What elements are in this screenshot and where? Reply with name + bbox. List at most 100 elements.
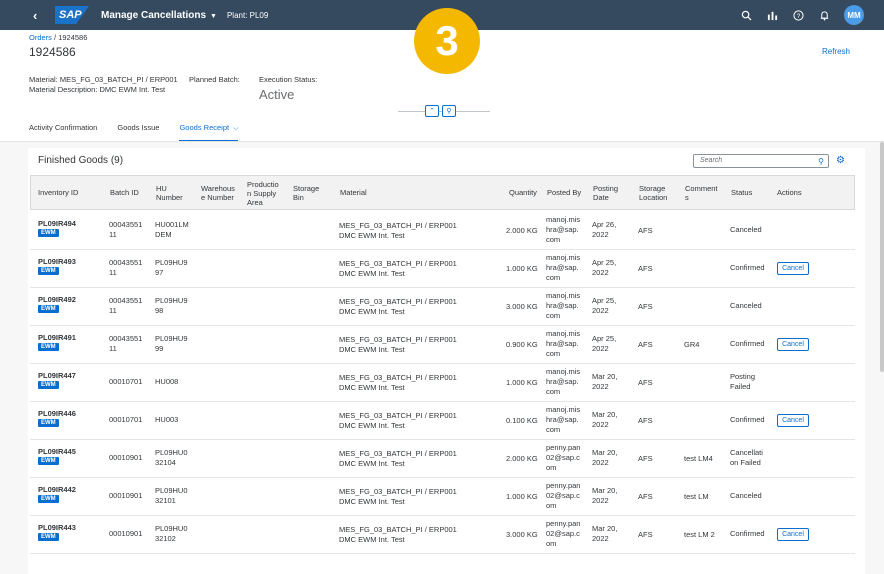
posted-by-line: com [546, 387, 561, 396]
col-production-supply-area[interactable]: Productio n Supply Area [247, 180, 279, 207]
col-storage-location-line2: Location [639, 193, 668, 202]
material-line: MES_FG_03_BATCH_PI / ERP001 [339, 525, 457, 534]
material-line: MES_FG_03_BATCH_PI / ERP001 [339, 335, 457, 344]
col-storage-bin[interactable]: Storage Bin [293, 184, 319, 202]
svg-text:?: ? [796, 12, 800, 19]
batch-id-line: 11 [109, 268, 117, 277]
col-posting-date-line2: Date [593, 193, 609, 202]
posted-by: manoj.mis hra@sap. com [546, 405, 580, 435]
col-hu-number-line2: Number [156, 193, 183, 202]
batch-id-line: 00010901 [109, 491, 143, 500]
status-line: on Failed [730, 458, 761, 467]
table-row[interactable]: PL09IR445 EWM 00010901 PL09HU0 32104 MES_FG_0… [30, 440, 855, 478]
help-icon[interactable]: ? [792, 9, 804, 21]
material-cell: MES_FG_03_BATCH_PI / ERP001 DMC EWM Int. … [339, 487, 457, 507]
col-hu-number[interactable]: HU Number [156, 184, 183, 202]
col-storage-location[interactable]: Storage Location [639, 184, 667, 202]
posted-by-line: penny.pan [546, 519, 581, 528]
posted-by: manoj.mis hra@sap. com [546, 291, 580, 321]
col-material[interactable]: Material [340, 188, 367, 197]
batch-id: 00043551 11 [109, 334, 142, 354]
app-title-menu[interactable]: Manage Cancellations ▼ [101, 10, 217, 21]
table-row[interactable]: PL09IR494 EWM 00043551 11 HU001LM DEM MES_FG_0… [30, 212, 855, 250]
status-line: Confirmed [730, 263, 765, 272]
posting-date: Mar 20, 2022 [592, 372, 617, 392]
col-quantity[interactable]: Quantity [509, 188, 537, 197]
collapse-header-button[interactable]: ⌃ [425, 105, 439, 117]
pin-header-button[interactable]: ⚲ [442, 105, 456, 117]
storage-location: AFS [638, 416, 653, 425]
hu-number-line: PL09HU9 [155, 334, 188, 343]
posted-by-line: com [546, 311, 561, 320]
col-posting-date[interactable]: Posting Date [593, 184, 618, 202]
table-row[interactable]: PL09IR491 EWM 00043551 11 PL09HU9 99 MES_FG_03… [30, 326, 855, 364]
status: Cancellati on Failed [730, 448, 763, 468]
batch-id-line: 00043551 [109, 258, 143, 267]
table-row[interactable]: PL09IR492 EWM 00043551 11 PL09HU9 98 MES_FG_03… [30, 288, 855, 326]
status: Canceled [730, 225, 762, 235]
breadcrumb-current: 1924586 [58, 33, 88, 42]
status: Confirmed [730, 263, 765, 273]
ewm-badge: EWM [38, 533, 59, 541]
table-row[interactable]: PL09IR442 EWM 00010901 PL09HU0 32101 MES_FG_0… [30, 478, 855, 516]
col-batch-id[interactable]: Batch ID [110, 188, 139, 197]
inventory-id: PL09IR494 [38, 219, 76, 228]
posting-date-line: Apr 26, [592, 220, 617, 229]
hu-number-line: 97 [155, 268, 164, 277]
posting-date-line: Mar 20, [592, 372, 618, 381]
batch-id: 00010901 [109, 453, 142, 463]
cancel-button[interactable]: Cancel [777, 338, 809, 351]
notification-bell-icon[interactable] [818, 9, 830, 21]
search-input[interactable]: Search ⚲ [693, 154, 829, 168]
search-icon[interactable]: ⚲ [818, 156, 824, 168]
step-number-badge: 3 [414, 8, 480, 74]
batch-id: 00010701 [109, 415, 142, 425]
material-line: MES_FG_03_BATCH_PI / ERP001 [339, 411, 457, 420]
hu-number: PL09HU0 32101 [155, 486, 188, 506]
batch-id: 00043551 11 [109, 258, 142, 278]
tab-goods-issue[interactable]: Goods Issue [117, 123, 159, 142]
col-comments[interactable]: Comment s [685, 184, 718, 202]
breadcrumb-orders-link[interactable]: Orders [29, 33, 52, 42]
ewm-badge: EWM [38, 305, 59, 313]
material-description-text: Material Description: DMC EWM Int. Test [29, 85, 166, 94]
user-avatar[interactable]: MM [844, 5, 864, 25]
col-psa-line3: Area [247, 198, 263, 207]
analytics-icon[interactable] [766, 9, 778, 21]
cancel-button[interactable]: Cancel [777, 528, 809, 541]
table-row[interactable]: PL09IR493 EWM 00043551 11 PL09HU9 97 MES_FG_03… [30, 250, 855, 288]
back-arrow-icon[interactable]: ‹ [33, 8, 49, 23]
posted-by-line: penny.pan [546, 443, 581, 452]
cancel-button[interactable]: Cancel [777, 262, 809, 275]
material-line: MES_FG_03_BATCH_PI / ERP001 [339, 449, 457, 458]
batch-id-line: 00043551 [109, 220, 143, 229]
col-posted-by[interactable]: Posted By [547, 188, 581, 197]
gear-icon[interactable]: ⚙ [836, 155, 845, 166]
batch-id: 00010901 [109, 529, 142, 539]
search-icon[interactable] [740, 9, 752, 21]
refresh-link[interactable]: Refresh [822, 47, 850, 56]
page-scrollbar[interactable] [880, 142, 884, 372]
table-row[interactable]: PL09IR443 EWM 00010901 PL09HU0 32102 MES_FG_0… [30, 516, 855, 554]
sap-logo: SAP [55, 6, 89, 24]
comment: test LM4 [684, 454, 713, 463]
col-inventory-id[interactable]: Inventory ID [38, 188, 78, 197]
posting-date: Mar 20, 2022 [592, 410, 617, 430]
posted-by-line: manoj.mis [546, 329, 581, 338]
tab-goods-receipt[interactable]: Goods Receipt ⌵ [179, 123, 239, 142]
table-row[interactable]: PL09IR446 EWM 00010701 HU003 MES_FG_03_BATCH… [30, 402, 855, 440]
posting-date: Mar 20, 2022 [592, 524, 617, 544]
shell-icons: ? MM [740, 0, 864, 30]
table-row[interactable]: PL09IR447 EWM 00010701 HU008 MES_FG_03_BATCH… [30, 364, 855, 402]
hu-number-line: 32102 [155, 534, 176, 543]
cancel-button[interactable]: Cancel [777, 414, 809, 427]
hu-number-line: HU008 [155, 377, 179, 386]
table-title: Finished Goods (9) [38, 155, 124, 166]
col-status[interactable]: Status [731, 188, 752, 197]
posted-by-line: hra@sap. [546, 225, 579, 234]
posted-by: penny.pan 02@sap.c om [546, 443, 580, 473]
hu-number-line: 98 [155, 306, 164, 315]
col-warehouse-number[interactable]: Warehous e Number [201, 184, 235, 202]
tab-activity-confirmation[interactable]: Activity Confirmation [29, 123, 97, 142]
material-text: Material: MES_FG_03_BATCH_PI / ERP001 [29, 75, 178, 84]
